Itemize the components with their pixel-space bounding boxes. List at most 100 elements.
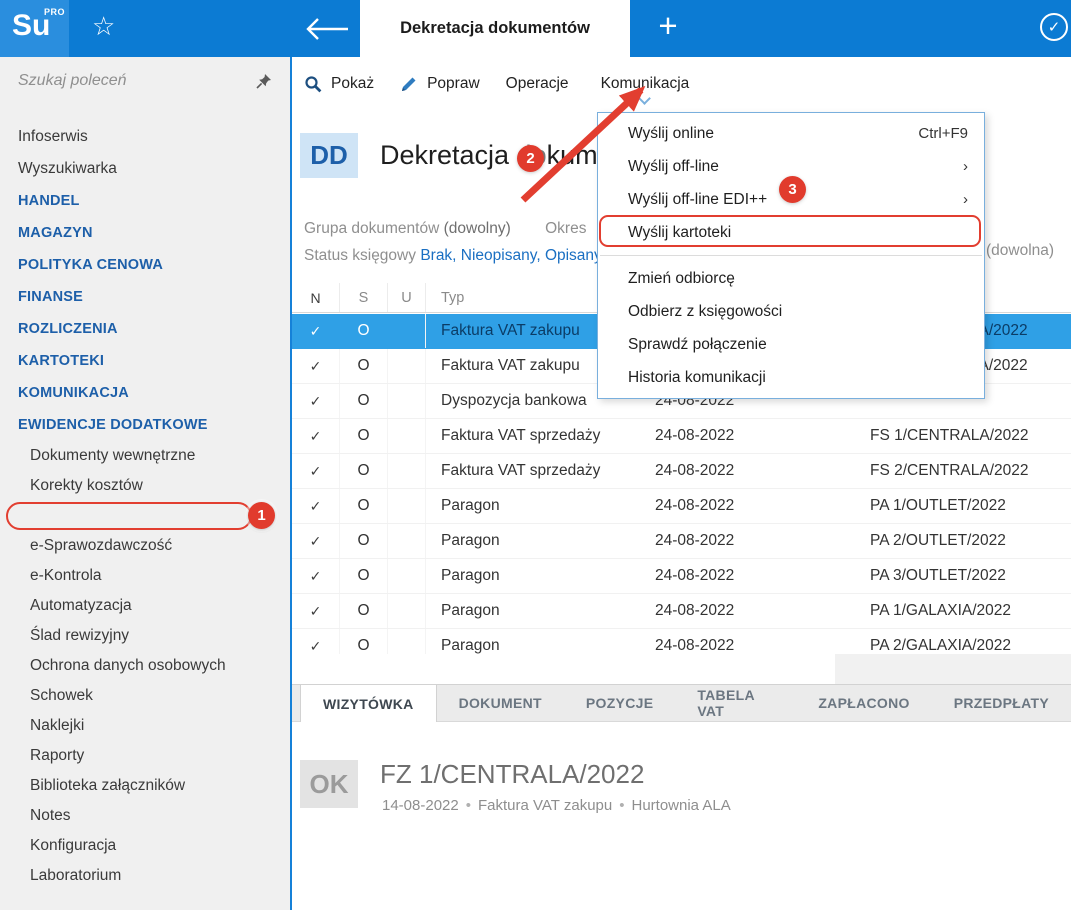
sidebar-item[interactable]: Korekty kosztów (0, 471, 290, 501)
column-header-s[interactable]: S (340, 283, 388, 312)
document-card: OK FZ 1/CENTRALA/2022 14-08-2022•Faktura… (292, 723, 1071, 910)
app-logo[interactable]: Su PRO (0, 0, 69, 57)
sidebar-item[interactable]: Dokumenty wewnętrzne (0, 441, 290, 471)
filter-right-value[interactable]: (dowolna) (986, 242, 1054, 260)
edit-label: Popraw (427, 75, 480, 93)
sidebar-item[interactable]: Schowek (0, 681, 290, 711)
sidebar-item-label: Ochrona danych osobowych (30, 657, 226, 675)
cell-u (388, 489, 426, 523)
menu-item[interactable]: Sprawdź połączenie (598, 328, 984, 361)
menu-item[interactable]: Wyślij off-line › (598, 150, 984, 183)
menu-item[interactable]: Odbierz z księgowości (598, 295, 984, 328)
menu-item[interactable] (600, 255, 982, 256)
communication-menu-button[interactable]: Komunikacja (595, 57, 696, 110)
scrollbar-thumb[interactable] (292, 654, 835, 684)
sidebar-item-label: Biblioteka załączników (30, 777, 185, 795)
sidebar-item[interactable]: Infoserwis (0, 121, 290, 153)
detail-tab[interactable]: ZAPŁACONO (796, 685, 931, 721)
table-row[interactable]: ✓ O Faktura VAT sprzedaży 24-08-2022 FS … (292, 454, 1071, 489)
detail-tab[interactable]: WIZYTÓWKA (300, 685, 437, 722)
sidebar-item[interactable]: KOMUNIKACJA (0, 377, 290, 409)
sidebar-item[interactable]: e-Sprawozdawczość (0, 531, 290, 561)
filter-group-value[interactable]: (dowolny) (444, 220, 511, 237)
cell-doc-number: PA 1/OUTLET/2022 (856, 497, 1071, 515)
tab-dekretacja-dokumentow[interactable]: Dekretacja dokumentów (360, 0, 630, 57)
cell-doc-number: PA 1/GALAXIA/2022 (856, 602, 1071, 620)
sidebar-item[interactable]: Notes (0, 801, 290, 831)
filter-line-1: Grupa dokumentów (dowolny) Okres (304, 215, 602, 242)
cell-status: O (340, 454, 388, 488)
menu-item[interactable]: Wyślij off-line EDI++ › (598, 183, 984, 216)
cell-checkmark: ✓ (292, 594, 340, 628)
sidebar-item[interactable]: EWIDENCJE DODATKOWE (0, 409, 290, 441)
cell-date: 24-08-2022 (646, 602, 856, 620)
status-check-icon[interactable]: ✓ (1040, 13, 1068, 41)
menu-item-label: Sprawdź połączenie (628, 336, 968, 354)
sidebar-item[interactable]: Automatyzacja (0, 591, 290, 621)
sidebar-item[interactable]: Wyszukiwarka (0, 153, 290, 185)
horizontal-scrollbar[interactable] (292, 654, 1071, 684)
filter-status-links[interactable]: Brak, Nieopisany, Opisany (420, 247, 602, 264)
sidebar-divider (290, 57, 292, 910)
sidebar-item-label: Dekretacja dokumentów (30, 507, 196, 525)
new-tab-button[interactable]: + (648, 7, 688, 45)
edit-button[interactable]: Popraw (400, 75, 480, 93)
sidebar-item[interactable]: Dekretacja dokumentów (0, 501, 290, 531)
detail-tab[interactable]: DOKUMENT (437, 685, 564, 721)
pin-icon[interactable] (256, 73, 272, 89)
sidebar-item[interactable]: FINANSE (0, 281, 290, 313)
sidebar-item[interactable]: Biblioteka załączników (0, 771, 290, 801)
menu-item-shortcut: › (963, 158, 968, 175)
sidebar-item-label: HANDEL (18, 193, 80, 209)
filter-summary: Grupa dokumentów (dowolny) Okres Status … (304, 215, 602, 269)
sidebar-item-label: POLITYKA CENOWA (18, 257, 163, 273)
detail-tabs: WIZYTÓWKA DOKUMENT POZYCJE TABELA VAT ZA… (292, 684, 1071, 722)
sidebar-item[interactable]: Ślad rewizyjny (0, 621, 290, 651)
bullet-separator: • (466, 797, 471, 814)
column-header-u[interactable]: U (388, 283, 426, 312)
menu-item-shortcut: › (963, 191, 968, 208)
table-row[interactable]: ✓ O Paragon 24-08-2022 PA 1/GALAXIA/2022 (292, 594, 1071, 629)
sidebar-item[interactable]: Konfiguracja (0, 831, 290, 861)
menu-item[interactable]: Wyślij online Ctrl+F9 (598, 117, 984, 150)
detail-tab[interactable]: POZYCJE (564, 685, 675, 721)
show-button[interactable]: Pokaż (304, 75, 374, 93)
cell-u (388, 419, 426, 453)
sidebar-item[interactable]: Raporty (0, 741, 290, 771)
back-arrow-icon[interactable] (302, 16, 352, 42)
table-row[interactable]: ✓ O Paragon 24-08-2022 PA 3/OUTLET/2022 (292, 559, 1071, 594)
menu-item[interactable]: Wyślij kartoteki (598, 216, 984, 249)
communication-label: Komunikacja (601, 75, 690, 93)
command-search-input[interactable]: Szukaj poleceń (0, 57, 290, 107)
table-row[interactable]: ✓ O Paragon 24-08-2022 PA 1/OUTLET/2022 (292, 489, 1071, 524)
detail-tab[interactable]: TABELA VAT (675, 685, 796, 721)
cell-checkmark: ✓ (292, 454, 340, 488)
menu-item-label: Wyślij off-line EDI++ (628, 191, 963, 209)
filter-period-label[interactable]: Okres (545, 220, 586, 237)
sidebar-item[interactable]: Naklejki (0, 711, 290, 741)
detail-tab[interactable]: PRZEDPŁATY (932, 685, 1071, 721)
menu-item[interactable]: Zmień odbiorcę (598, 262, 984, 295)
filter-group-label[interactable]: Grupa dokumentów (304, 220, 439, 237)
filter-status-label: Status księgowy (304, 247, 416, 264)
cell-date: 24-08-2022 (646, 462, 856, 480)
menu-item[interactable]: Historia komunikacji (598, 361, 984, 394)
sidebar-item[interactable]: Laboratorium (0, 861, 290, 891)
sidebar-item[interactable]: POLITYKA CENOWA (0, 249, 290, 281)
sidebar-item[interactable]: MAGAZYN (0, 217, 290, 249)
sidebar-item[interactable]: KARTOTEKI (0, 345, 290, 377)
sidebar-item[interactable]: e-Kontrola (0, 561, 290, 591)
operations-menu-button[interactable]: Operacje (506, 75, 569, 93)
sidebar-item[interactable]: Ochrona danych osobowych (0, 651, 290, 681)
sidebar: Szukaj poleceń Infoserwis Wyszukiwarka H… (0, 57, 290, 910)
table-row[interactable]: ✓ O Faktura VAT sprzedaży 24-08-2022 FS … (292, 419, 1071, 454)
table-row[interactable]: ✓ O Paragon 24-08-2022 PA 2/OUTLET/2022 (292, 524, 1071, 559)
table-row[interactable]: ✓ O Paragon 24-08-2022 PA 2/GALAXIA/2022 (292, 629, 1071, 654)
document-party: Hurtownia ALA (632, 797, 731, 814)
pencil-icon (400, 75, 418, 93)
sidebar-item-label: e-Sprawozdawczość (30, 537, 172, 555)
favorites-star-icon[interactable]: ☆ (92, 11, 115, 42)
sidebar-item[interactable]: ROZLICZENIA (0, 313, 290, 345)
sidebar-item[interactable]: HANDEL (0, 185, 290, 217)
column-header-n[interactable]: N (292, 283, 340, 312)
